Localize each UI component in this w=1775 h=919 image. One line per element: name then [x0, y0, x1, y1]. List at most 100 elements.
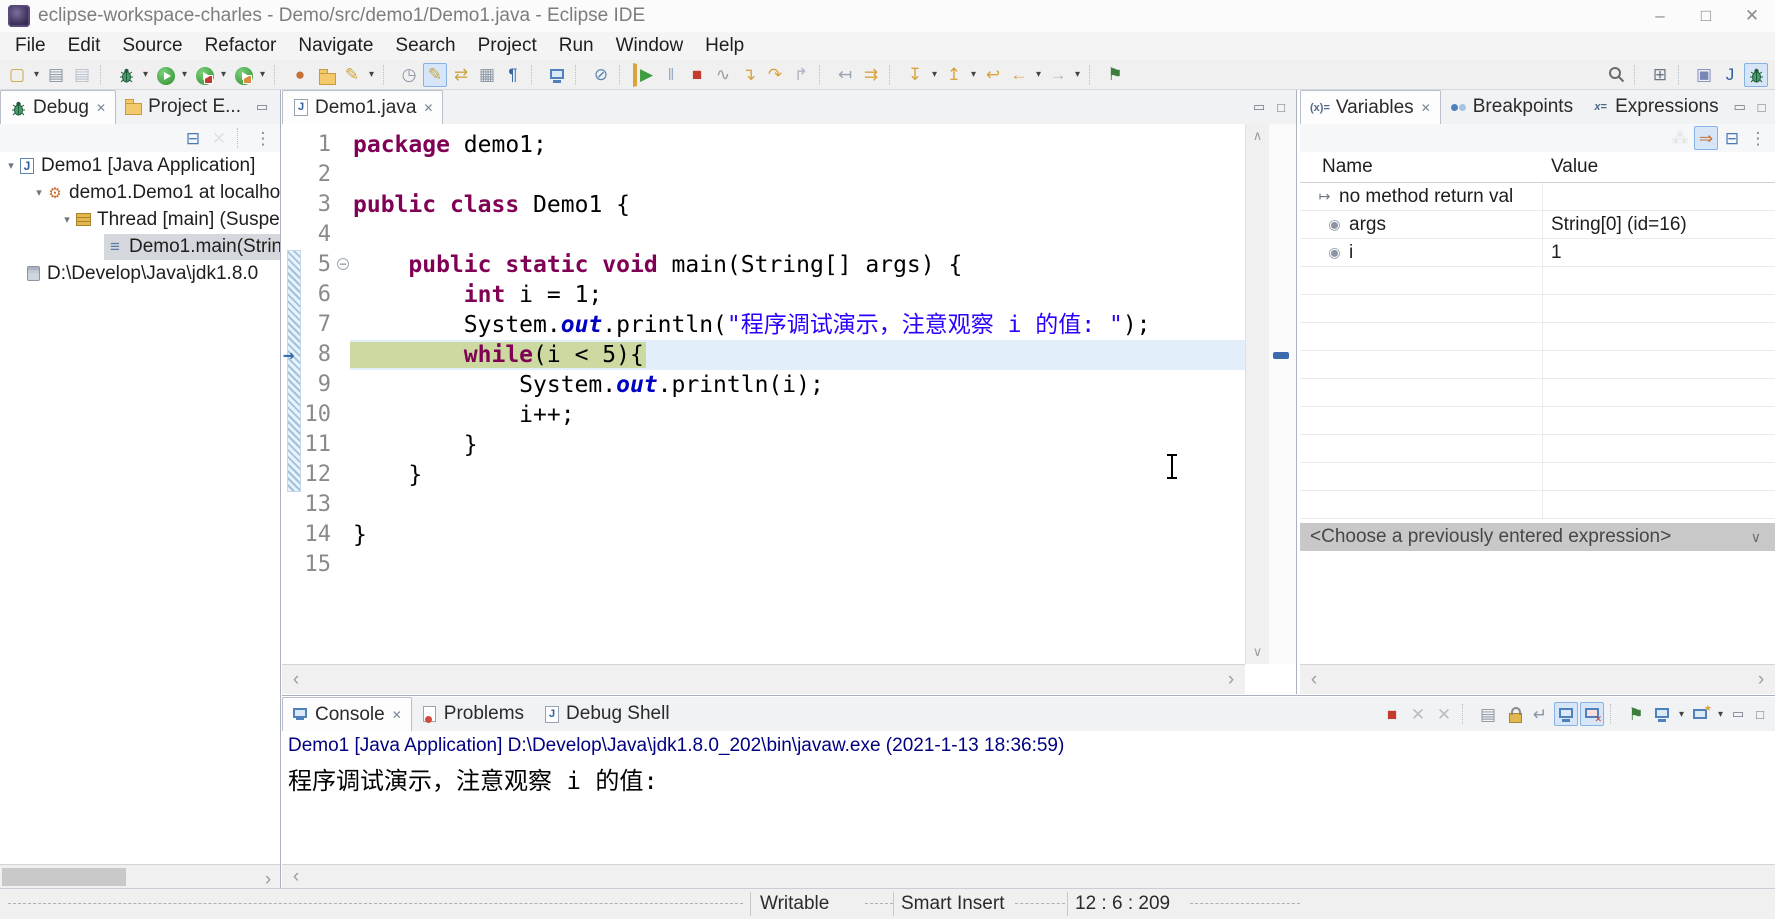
- code-line-4[interactable]: 4: [282, 220, 1245, 250]
- annotation-ruler-cell[interactable]: [282, 190, 302, 220]
- use-step-filters-icon[interactable]: ⇉: [859, 63, 883, 87]
- variable-row-i[interactable]: ◉i1: [1300, 239, 1775, 267]
- fold-margin-cell[interactable]: [336, 520, 350, 550]
- empty-table-row[interactable]: [1300, 491, 1775, 519]
- close-button[interactable]: ✕: [1729, 0, 1775, 32]
- fold-margin-cell[interactable]: [336, 340, 350, 370]
- code-line-15[interactable]: 15: [282, 550, 1245, 580]
- empty-table-row[interactable]: [1300, 407, 1775, 435]
- coverage-dropdown-arrow[interactable]: ▾: [217, 69, 230, 80]
- annotation-ruler-cell[interactable]: [282, 460, 302, 490]
- variables-view-tab-breakpoints[interactable]: Breakpoints: [1441, 90, 1583, 124]
- fold-margin-cell[interactable]: [336, 130, 350, 160]
- editor-vscrollbar[interactable]: ∧ ∨: [1245, 124, 1269, 664]
- code-line-1[interactable]: 1package demo1;: [282, 130, 1245, 160]
- editor-content[interactable]: 1package demo1;23public class Demo1 {45−…: [282, 124, 1245, 664]
- show-type-names-icon[interactable]: ⁂: [1668, 126, 1692, 150]
- pin-editor-icon[interactable]: ⚑: [1103, 63, 1127, 87]
- open-view-icon[interactable]: ▦: [475, 63, 499, 87]
- console-view-tab-debug-shell[interactable]: Debug Shell: [534, 697, 680, 731]
- variables-view-tab-expressions[interactable]: x=Expressions: [1583, 90, 1729, 124]
- view-menu-icon[interactable]: ⋮: [251, 126, 275, 150]
- remove-launch-icon[interactable]: ✕: [1406, 702, 1430, 726]
- scroll-right-icon[interactable]: ›: [1219, 665, 1243, 694]
- close-tab-icon[interactable]: ✕: [423, 101, 433, 115]
- annotation-ruler-cell[interactable]: [282, 280, 302, 310]
- fold-margin-cell[interactable]: [336, 400, 350, 430]
- remove-all-terminated-launches-icon[interactable]: ✕: [1432, 702, 1456, 726]
- terminate-icon[interactable]: ■: [685, 63, 709, 87]
- menu-navigate[interactable]: Navigate: [287, 32, 384, 60]
- fold-margin-cell[interactable]: [336, 460, 350, 490]
- debug-view-hscrollbar[interactable]: ›: [0, 864, 280, 888]
- pin-console-icon[interactable]: ⚑: [1624, 702, 1648, 726]
- suspend-icon[interactable]: ‖: [659, 63, 683, 87]
- variable-row-no-method-return-val[interactable]: ↦no method return val: [1300, 183, 1775, 211]
- previous-edit-icon[interactable]: ↥: [942, 63, 966, 87]
- annotation-ruler-cell[interactable]: [282, 130, 302, 160]
- fold-margin-cell[interactable]: −: [336, 250, 350, 280]
- view-menu-icon[interactable]: ⋮: [1746, 126, 1770, 150]
- debug-dropdown-arrow[interactable]: ▾: [139, 69, 152, 80]
- empty-table-row[interactable]: [1300, 463, 1775, 491]
- word-wrap-icon[interactable]: ↵: [1528, 702, 1552, 726]
- terminate-console-icon[interactable]: ■: [1380, 702, 1404, 726]
- console-hscrollbar[interactable]: ‹: [282, 864, 1775, 888]
- show-whitespace-icon[interactable]: ¶: [501, 63, 525, 87]
- back-icon[interactable]: ←: [1007, 63, 1031, 87]
- empty-table-row[interactable]: [1300, 267, 1775, 295]
- remove-all-terminated-icon[interactable]: ✕: [207, 126, 231, 150]
- drop-to-frame-icon[interactable]: ↤: [833, 63, 857, 87]
- open-resource-icon[interactable]: [314, 63, 338, 87]
- expand-arrow-icon[interactable]: ▾: [32, 186, 46, 199]
- save-icon[interactable]: ▤: [44, 63, 68, 87]
- debug-tree-item-demo1-demo1-at-localho[interactable]: ▾⚙demo1.Demo1 at localho: [0, 179, 280, 206]
- menu-refactor[interactable]: Refactor: [194, 32, 288, 60]
- run-dropdown-arrow[interactable]: ▾: [178, 69, 191, 80]
- code-line-5[interactable]: 5− public static void main(String[] args…: [282, 250, 1245, 280]
- expression-prompt-bar[interactable]: <Choose a previously entered expression>…: [1300, 523, 1775, 551]
- new-wizard-dropdown-arrow[interactable]: ▾: [30, 69, 43, 80]
- debug-tree-item-demo1-java-application[interactable]: ▾Demo1 [Java Application]: [0, 152, 280, 179]
- step-into-icon[interactable]: ↴: [737, 63, 761, 87]
- perspective-debug-icon[interactable]: [1744, 63, 1768, 87]
- last-edit-location-icon[interactable]: ↩: [981, 63, 1005, 87]
- annotation-ruler-cell[interactable]: [282, 430, 302, 460]
- editor-tab-demo1-java[interactable]: Demo1.java ✕: [282, 90, 443, 124]
- current-line-marker[interactable]: [1273, 352, 1289, 359]
- code-line-12[interactable]: 12 }: [282, 460, 1245, 490]
- annotation-ruler-cell[interactable]: [282, 490, 302, 520]
- code-line-11[interactable]: 11 }: [282, 430, 1245, 460]
- code-line-2[interactable]: 2: [282, 160, 1245, 190]
- clear-console-icon[interactable]: ▤: [1476, 702, 1500, 726]
- code-line-3[interactable]: 3public class Demo1 {: [282, 190, 1245, 220]
- close-tab-icon[interactable]: ✕: [392, 708, 402, 722]
- variables-hscrollbar[interactable]: ‹ ›: [1300, 664, 1775, 694]
- menu-project[interactable]: Project: [467, 32, 548, 60]
- menu-help[interactable]: Help: [694, 32, 755, 60]
- open-console-view-icon[interactable]: [545, 63, 569, 87]
- show-console-stderr-icon[interactable]: [1580, 702, 1604, 726]
- code-line-7[interactable]: 7 System.out.println("程序调试演示，注意观察 i 的值: …: [282, 310, 1245, 340]
- code-line-8[interactable]: →8 while(i < 5){: [282, 340, 1245, 370]
- menu-file[interactable]: File: [4, 32, 57, 60]
- run-icon[interactable]: [153, 63, 177, 87]
- code-line-10[interactable]: 10 i++;: [282, 400, 1245, 430]
- empty-table-row[interactable]: [1300, 435, 1775, 463]
- annotation-ruler-cell[interactable]: [282, 310, 302, 340]
- right-sash[interactable]: [1296, 90, 1297, 694]
- fold-margin-cell[interactable]: [336, 280, 350, 310]
- annotation-ruler-cell[interactable]: [282, 370, 302, 400]
- scroll-left-icon[interactable]: ‹: [1302, 665, 1326, 694]
- annotation-ruler-cell[interactable]: [282, 550, 302, 580]
- column-header-name[interactable]: Name: [1300, 152, 1543, 182]
- coverage-icon[interactable]: [192, 63, 216, 87]
- menu-source[interactable]: Source: [111, 32, 193, 60]
- scroll-right-icon[interactable]: ›: [256, 865, 280, 888]
- annotation-ruler-cell[interactable]: [282, 250, 302, 280]
- scroll-down-icon[interactable]: ∨: [1246, 644, 1269, 660]
- previous-edit-dropdown-arrow[interactable]: ▾: [967, 69, 980, 80]
- collapse-all-icon[interactable]: ⊟: [1720, 126, 1744, 150]
- show-logical-structure-icon[interactable]: ⇒: [1694, 126, 1718, 150]
- maximize-view-icon[interactable]: □: [273, 96, 280, 118]
